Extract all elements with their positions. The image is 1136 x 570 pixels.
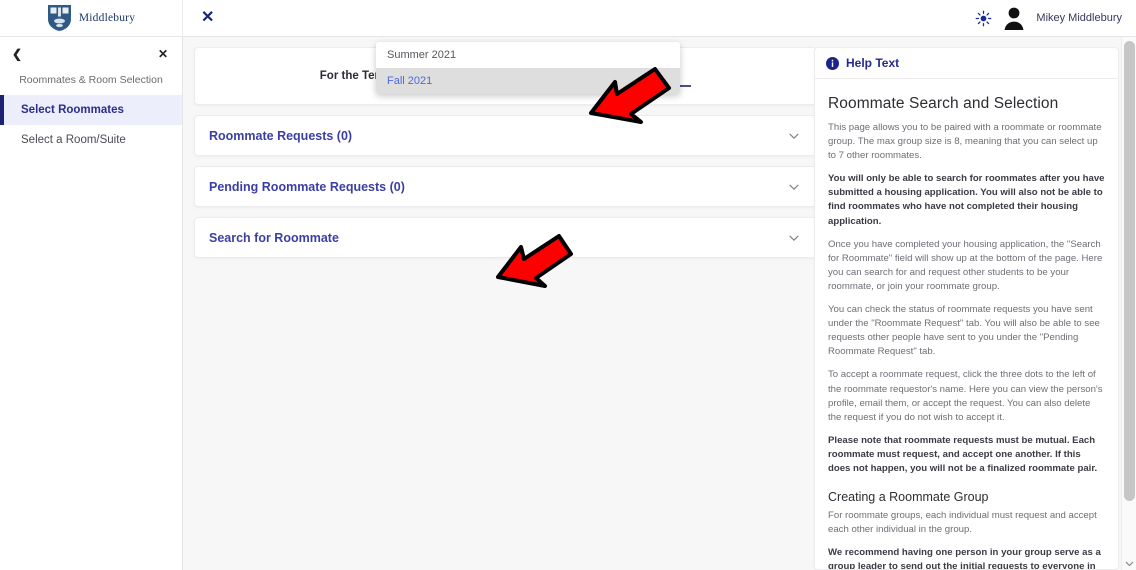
help-paragraph: We recommend having one person in your g…	[828, 547, 1101, 570]
info-circle-icon	[826, 56, 839, 70]
sun-brightness-icon[interactable]	[975, 10, 992, 27]
brand-name: Middlebury	[78, 12, 136, 24]
middlebury-shield-crest-icon	[47, 5, 71, 31]
help-heading: Roommate Search and Selection	[828, 95, 1059, 112]
user-avatar-icon[interactable]	[1001, 5, 1027, 31]
scroll-down-arrow-icon[interactable]	[1125, 559, 1134, 568]
sidebar-item-label: Select Roommates	[21, 104, 124, 116]
sidebar-item-select-roommates[interactable]: Select Roommates	[0, 95, 182, 125]
close-x-icon[interactable]: ✕	[197, 7, 218, 29]
sidebar-item-label: Select a Room/Suite	[21, 134, 126, 146]
dropdown-option-fall-2021[interactable]: Fall 2021	[376, 68, 680, 94]
chevron-down-icon[interactable]	[788, 130, 800, 142]
scrollbar-thumb[interactable]	[1124, 41, 1135, 501]
chevron-left-icon[interactable]: ❮	[9, 46, 25, 62]
help-paragraph: You will only be able to search for room…	[828, 173, 1105, 227]
accordion-search-for-roommate[interactable]: Search for Roommate	[194, 217, 817, 258]
sidebar-controls: ❮ ✕	[0, 37, 182, 68]
top-bar-right: Mikey Middlebury	[975, 5, 1136, 31]
help-panel: Help Text Roommate Search and Selection …	[814, 47, 1119, 570]
page-scrollbar[interactable]	[1121, 37, 1136, 570]
sidebar-close-x-icon[interactable]: ✕	[155, 46, 171, 62]
accordion-title: Roommate Requests (0)	[209, 128, 353, 143]
help-paragraph: You can check the status of roommate req…	[828, 304, 1100, 358]
accordion-pending-roommate-requests[interactable]: Pending Roommate Requests (0)	[194, 166, 817, 207]
help-paragraph: To accept a roommate request, click the …	[828, 369, 1103, 423]
sidebar: ❮ ✕ Roommates & Room Selection Select Ro…	[0, 37, 183, 570]
help-panel-header: Help Text	[815, 48, 1118, 79]
top-bar: Middlebury ✕ Mikey Middlebury	[0, 0, 1136, 37]
app-root: Middlebury ✕ Mikey Middlebury ❮ ✕ Roomma…	[0, 0, 1136, 570]
help-panel-title: Help Text	[846, 56, 900, 70]
main-content: For the Term Roommate Requests (0) Pendi…	[183, 37, 1119, 570]
brand-logo[interactable]: Middlebury	[0, 0, 183, 37]
chevron-down-icon[interactable]	[788, 232, 800, 244]
sidebar-item-select-room-suite[interactable]: Select a Room/Suite	[0, 125, 182, 155]
help-paragraph: Once you have completed your housing app…	[828, 238, 1103, 292]
chevron-down-icon[interactable]	[788, 181, 800, 193]
help-paragraph: This page allows you to be paired with a…	[828, 122, 1102, 162]
help-paragraph: For roommate groups, each individual mus…	[828, 510, 1097, 536]
user-name[interactable]: Mikey Middlebury	[1036, 12, 1122, 24]
help-subheading: Creating a Roommate Group	[828, 490, 989, 505]
accordion-title: Pending Roommate Requests (0)	[209, 179, 405, 194]
term-dropdown-menu[interactable]: Summer 2021 Fall 2021	[376, 42, 680, 94]
help-panel-body: Roommate Search and Selection This page …	[815, 79, 1118, 570]
help-paragraph: Please note that roommate requests must …	[828, 434, 1098, 474]
sidebar-section-label: Roommates & Room Selection	[19, 74, 163, 86]
accordion-title: Search for Roommate	[209, 230, 339, 245]
dropdown-option-summer-2021[interactable]: Summer 2021	[376, 42, 680, 68]
accordion-roommate-requests[interactable]: Roommate Requests (0)	[194, 115, 817, 156]
